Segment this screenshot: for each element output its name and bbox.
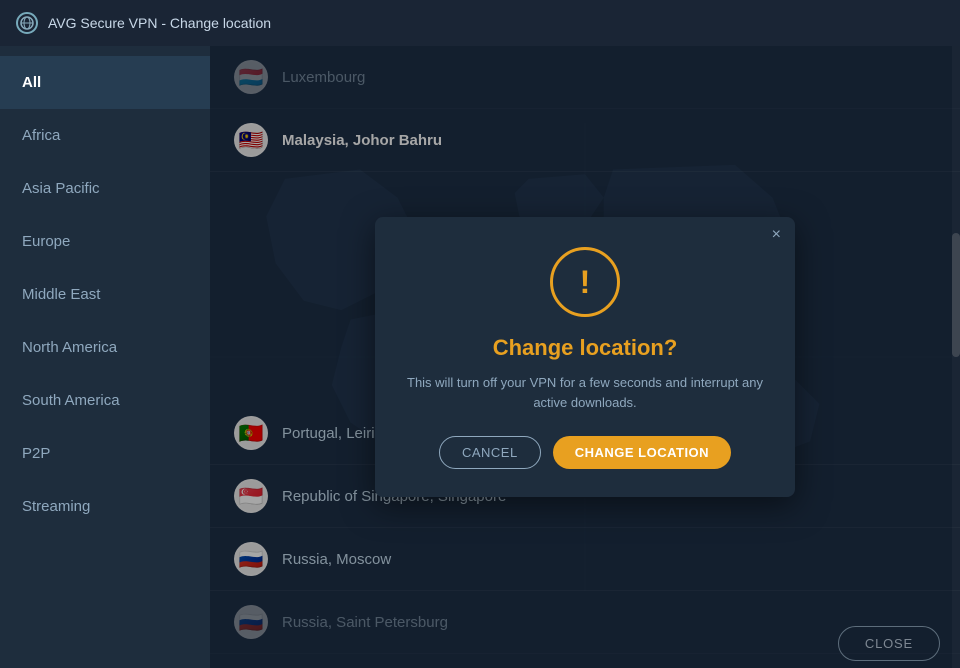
modal-overlay: × ! Change location? This will turn off … [210,46,960,668]
modal-title: Change location? [407,335,763,361]
content-area: 🇱🇺 Luxembourg 🇲🇾 Malaysia, Johor Bahru 🇵… [210,46,960,668]
app-title: AVG Secure VPN - Change location [48,15,271,31]
app-icon [16,12,38,34]
sidebar-item-south-america[interactable]: South America [0,374,210,427]
sidebar-item-p2p[interactable]: P2P [0,427,210,480]
sidebar-item-europe[interactable]: Europe [0,215,210,268]
cancel-button[interactable]: CANCEL [439,436,541,469]
main-container: All Africa Asia Pacific Europe Middle Ea… [0,46,960,668]
warning-icon-circle: ! [550,247,620,317]
sidebar-item-all[interactable]: All [0,56,210,109]
modal-close-button[interactable]: × [772,227,781,243]
exclamation-icon: ! [580,264,591,301]
sidebar-item-middle-east[interactable]: Middle East [0,268,210,321]
sidebar-item-asia-pacific[interactable]: Asia Pacific [0,162,210,215]
title-bar: AVG Secure VPN - Change location [0,0,960,46]
sidebar: All Africa Asia Pacific Europe Middle Ea… [0,46,210,668]
change-location-modal: × ! Change location? This will turn off … [375,217,795,497]
modal-description: This will turn off your VPN for a few se… [407,373,763,412]
sidebar-item-africa[interactable]: Africa [0,109,210,162]
change-location-button[interactable]: CHANGE LOCATION [553,436,731,469]
modal-buttons: CANCEL CHANGE LOCATION [407,436,763,469]
sidebar-item-north-america[interactable]: North America [0,321,210,374]
sidebar-item-streaming[interactable]: Streaming [0,480,210,533]
